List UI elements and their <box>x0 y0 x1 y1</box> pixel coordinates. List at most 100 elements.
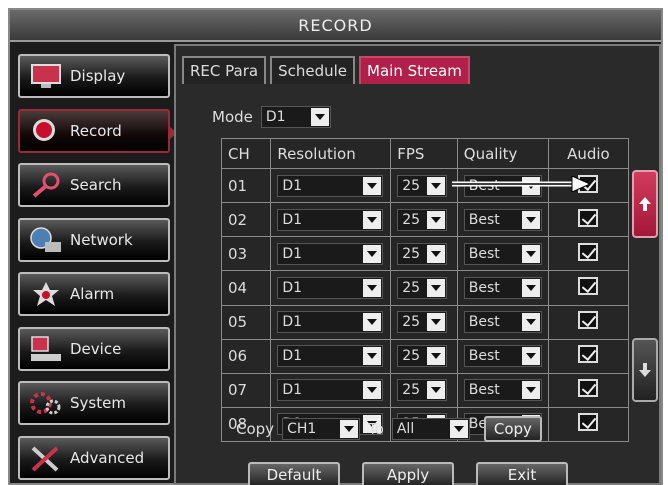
resolution-value: D1 <box>282 314 303 331</box>
quality-select[interactable]: Best <box>463 345 542 368</box>
audio-checkbox[interactable] <box>578 413 599 432</box>
resolution-select[interactable]: D1 <box>277 345 384 368</box>
audio-checkbox[interactable] <box>578 311 599 330</box>
resolution-select[interactable]: D1 <box>277 311 384 334</box>
chevron-down-icon <box>427 278 446 297</box>
chevron-down-icon <box>521 313 540 332</box>
sidebar: Display Record Search Network Alarm Devi… <box>18 54 177 485</box>
resolution-cell: D1 <box>270 338 392 374</box>
chevron-down-icon <box>363 313 382 332</box>
sidebar-item-search[interactable]: Search <box>18 163 170 207</box>
chevron-down-icon <box>449 420 468 438</box>
fps-select[interactable]: 25 <box>397 379 448 402</box>
magnifier-icon <box>26 170 66 200</box>
resolution-select[interactable]: D1 <box>277 174 384 197</box>
copy-button[interactable]: Copy <box>483 416 542 442</box>
audio-checkbox[interactable] <box>578 345 599 364</box>
quality-cell: Best <box>456 372 549 408</box>
fps-value: 25 <box>402 245 421 262</box>
sidebar-item-alarm[interactable]: Alarm <box>18 272 170 316</box>
ch-cell: 01 <box>220 167 272 204</box>
chevron-down-icon <box>427 210 446 229</box>
action-buttons: Default Apply Exit <box>248 462 568 485</box>
record-icon <box>26 116 66 146</box>
resolution-value: D1 <box>282 211 303 228</box>
resolution-value: D1 <box>282 382 303 399</box>
sidebar-item-label: Network <box>70 230 133 249</box>
default-button[interactable]: Default <box>248 462 340 485</box>
table-header-row: CH Resolution FPS Quality Audio <box>220 138 630 169</box>
resolution-select[interactable]: D1 <box>277 379 384 402</box>
sidebar-item-advanced[interactable]: Advanced <box>18 435 170 480</box>
audio-checkbox[interactable] <box>578 276 599 295</box>
copy-to-select[interactable]: All <box>391 418 470 440</box>
copy-from-select[interactable]: CH1 <box>282 418 361 440</box>
audio-checkbox[interactable] <box>578 208 599 227</box>
sidebar-item-label: Display <box>70 67 126 85</box>
quality-select[interactable]: Best <box>463 208 542 231</box>
fps-value: 25 <box>402 314 421 331</box>
sidebar-item-system[interactable]: System <box>18 381 170 425</box>
chevron-down-icon <box>427 313 446 332</box>
sidebar-item-label: Device <box>70 339 122 358</box>
chevron-down-icon <box>521 244 540 263</box>
chevron-down-icon <box>310 108 329 126</box>
resolution-value: D1 <box>282 177 303 194</box>
alarm-icon <box>26 279 66 309</box>
resolution-cell: D1 <box>270 372 392 408</box>
network-icon <box>26 225 66 255</box>
audio-checkbox[interactable] <box>578 242 599 261</box>
sidebar-item-record[interactable]: Record <box>18 108 177 153</box>
apply-button[interactable]: Apply <box>362 462 454 485</box>
exit-button[interactable]: Exit <box>476 462 568 485</box>
mode-select[interactable]: D1 <box>260 106 331 128</box>
quality-select[interactable]: Best <box>463 242 542 265</box>
monitor-icon <box>26 61 66 91</box>
fps-select[interactable]: 25 <box>397 174 448 197</box>
tab-schedule[interactable]: Schedule <box>270 56 356 84</box>
sidebar-item-display[interactable]: Display <box>18 54 170 98</box>
resolution-cell: D1 <box>270 202 392 238</box>
fps-value: 25 <box>402 382 421 399</box>
fps-select[interactable]: 25 <box>397 276 448 299</box>
quality-select[interactable]: Best <box>463 379 542 402</box>
tab-rec-para[interactable]: REC Para <box>182 56 267 84</box>
scroll-up-button[interactable] <box>632 170 658 238</box>
scroll-down-button[interactable] <box>632 338 658 402</box>
chevron-down-icon <box>521 347 540 366</box>
table-row: 07 D1 25 Best <box>220 372 630 408</box>
copy-row: Copy CH1 To All Copy <box>236 416 542 442</box>
copy-to-value: All <box>396 421 415 437</box>
tab-main-stream[interactable]: Main Stream <box>359 56 470 84</box>
audio-checkbox[interactable] <box>578 379 599 398</box>
tools-icon <box>26 443 66 473</box>
quality-value: Best <box>468 314 500 331</box>
resolution-select[interactable]: D1 <box>277 208 384 231</box>
quality-select[interactable]: Best <box>463 311 542 334</box>
fps-value: 25 <box>402 177 421 194</box>
chevron-down-icon <box>521 381 540 400</box>
ch-cell: 02 <box>220 202 272 238</box>
quality-value: Best <box>468 211 500 228</box>
fps-cell: 25 <box>390 167 458 204</box>
resolution-select[interactable]: D1 <box>277 276 384 299</box>
fps-select[interactable]: 25 <box>397 208 448 231</box>
fps-cell: 25 <box>390 304 458 340</box>
audio-cell <box>547 270 630 306</box>
fps-select[interactable]: 25 <box>397 345 448 368</box>
sidebar-item-network[interactable]: Network <box>18 217 170 262</box>
audio-cell <box>547 372 630 408</box>
sidebar-item-device[interactable]: Device <box>18 326 170 371</box>
fps-select[interactable]: 25 <box>397 242 448 265</box>
window-title: RECORD <box>10 10 661 42</box>
chevron-down-icon <box>427 347 446 366</box>
chevron-down-icon <box>363 244 382 263</box>
fps-cell: 25 <box>390 372 458 408</box>
ch-cell: 06 <box>220 338 272 374</box>
system-icon <box>26 388 66 418</box>
resolution-select[interactable]: D1 <box>277 242 384 265</box>
quality-select[interactable]: Best <box>463 276 542 299</box>
quality-cell: Best <box>456 236 549 272</box>
mode-label: Mode <box>212 108 253 126</box>
fps-select[interactable]: 25 <box>397 311 448 334</box>
